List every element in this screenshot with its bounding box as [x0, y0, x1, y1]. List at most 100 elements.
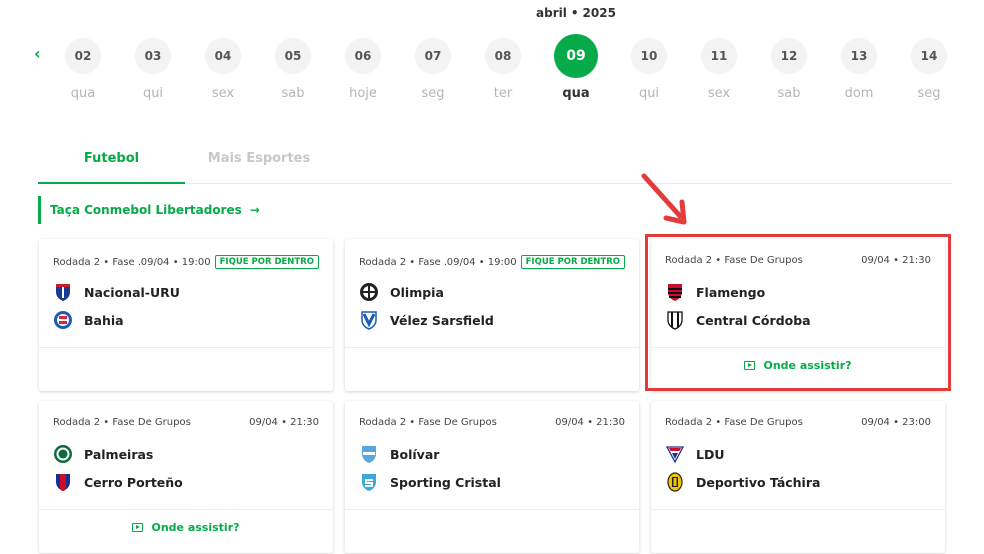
away-team[interactable]: Cerro Porteño — [53, 472, 183, 492]
league-title: Taça Conmebol Libertadores — [50, 203, 242, 217]
day-weekday: qua — [70, 86, 96, 101]
year-label: 2025 — [582, 6, 616, 20]
match-datetime: 09/04 • 19:00 — [446, 256, 517, 268]
watch-label: Onde assistir? — [763, 359, 852, 372]
day-item[interactable]: 12 sab — [754, 38, 824, 101]
team-name: Vélez Sarsfield — [390, 312, 494, 328]
league-link[interactable]: Taça Conmebol Libertadores → — [38, 196, 260, 224]
ldu-crest-icon — [665, 446, 685, 464]
day-item[interactable]: 04 sex — [188, 38, 258, 101]
match-card[interactable]: Rodada 2 • Fase ... 09/04 • 19:00 FIQUE … — [345, 239, 639, 391]
tab-futebol[interactable]: Futebol — [38, 140, 185, 184]
where-to-watch-link[interactable]: Onde assistir? — [39, 521, 333, 534]
day-weekday: sab — [777, 86, 801, 101]
away-team[interactable]: Vélez Sarsfield — [359, 310, 494, 330]
home-team[interactable]: Flamengo — [665, 282, 765, 302]
day-number: 05 — [275, 38, 311, 74]
away-team[interactable]: Deportivo Táchira — [665, 472, 820, 492]
team-name: Sporting Cristal — [390, 474, 501, 490]
match-card[interactable]: Rodada 2 • Fase De Grupos 09/04 • 21:30 … — [345, 401, 639, 553]
home-team[interactable]: Bolívar — [359, 444, 439, 464]
flamengo-crest-icon — [668, 284, 682, 301]
play-icon — [744, 361, 756, 370]
team-name: Bolívar — [390, 446, 440, 462]
velez-crest-icon — [361, 311, 377, 330]
day-weekday: qui — [142, 86, 164, 101]
day-number: 06 — [345, 38, 381, 74]
day-item[interactable]: 07 seg — [398, 38, 468, 101]
team-name: Palmeiras — [84, 446, 154, 462]
match-datetime: 09/04 • 21:30 — [555, 417, 625, 428]
team-name: Flamengo — [696, 284, 766, 300]
day-number: 08 — [485, 38, 521, 74]
away-team[interactable]: Bahia — [53, 310, 124, 330]
sport-tabs: Futebol Mais Esportes — [38, 140, 952, 184]
day-item[interactable]: 02 qua — [48, 38, 118, 101]
day-item[interactable]: 13 dom — [824, 38, 894, 101]
tab-mais-esportes[interactable]: Mais Esportes — [185, 140, 333, 184]
day-number: 07 — [415, 38, 451, 74]
home-team[interactable]: Palmeiras — [53, 444, 153, 464]
day-weekday: dom — [844, 86, 874, 101]
team-name: Deportivo Táchira — [696, 474, 821, 490]
day-item[interactable]: 05 sab — [258, 38, 328, 101]
arrow-right-icon: → — [249, 203, 260, 217]
match-card[interactable]: Rodada 2 • Fase De Grupos 09/04 • 21:30 … — [651, 239, 945, 391]
day-weekday: ter — [493, 86, 513, 101]
away-team[interactable]: Sporting Cristal — [359, 472, 501, 492]
day-weekday: seg — [421, 86, 445, 101]
card-divider — [345, 509, 639, 510]
day-weekday: qua — [562, 86, 590, 101]
day-item-selected[interactable]: 09 qua — [541, 34, 611, 101]
day-number: 14 — [911, 38, 947, 74]
day-item[interactable]: 06 hoje — [328, 38, 398, 101]
day-item[interactable]: 11 sex — [684, 38, 754, 101]
day-number: 10 — [631, 38, 667, 74]
day-number: 12 — [771, 38, 807, 74]
play-icon — [132, 523, 144, 532]
match-card[interactable]: Rodada 2 • Fase De Grupos 09/04 • 21:30 … — [39, 401, 333, 553]
match-round: Rodada 2 • Fase De Grupos — [53, 417, 191, 428]
status-badge: FIQUE POR DENTRO — [214, 255, 319, 269]
status-badge: FIQUE POR DENTRO — [520, 255, 625, 269]
palmeiras-crest-icon — [54, 445, 72, 463]
match-datetime: 09/04 • 23:00 — [861, 417, 931, 428]
away-team[interactable]: Central Córdoba — [665, 310, 811, 330]
card-divider — [345, 347, 639, 348]
day-weekday: seg — [917, 86, 941, 101]
watch-label: Onde assistir? — [151, 521, 240, 534]
match-card[interactable]: Rodada 2 • Fase De Grupos 09/04 • 23:00 … — [651, 401, 945, 553]
match-datetime: 09/04 • 21:30 — [861, 255, 931, 266]
nacional-crest-icon — [56, 284, 70, 301]
match-card[interactable]: Rodada 2 • Fase ... 09/04 • 19:00 FIQUE … — [39, 239, 333, 391]
match-round: Rodada 2 • Fase De Grupos — [665, 255, 803, 266]
day-item[interactable]: 08 ter — [468, 38, 538, 101]
match-round: Rodada 2 • Fase De Grupos — [359, 417, 497, 428]
team-name: Cerro Porteño — [84, 474, 183, 490]
team-name: Bahia — [84, 312, 124, 328]
day-item[interactable]: 14 seg — [894, 38, 964, 101]
day-item[interactable]: 10 qui — [614, 38, 684, 101]
home-team[interactable]: Olimpia — [359, 282, 444, 302]
bolivar-crest-icon — [362, 446, 376, 463]
match-datetime: 09/04 • 21:30 — [249, 417, 319, 428]
day-weekday: hoje — [349, 86, 377, 101]
day-weekday: sex — [211, 86, 235, 101]
match-round: Rodada 2 • Fase De Grupos — [665, 417, 803, 428]
day-number: 11 — [701, 38, 737, 74]
day-number: 03 — [135, 38, 171, 74]
match-datetime: 09/04 • 19:00 — [140, 256, 211, 268]
card-divider — [651, 509, 945, 510]
card-divider — [39, 347, 333, 348]
home-team[interactable]: Nacional-URU — [53, 282, 180, 302]
day-item[interactable]: 03 qui — [118, 38, 188, 101]
where-to-watch-link[interactable]: Onde assistir? — [651, 359, 945, 372]
team-name: LDU — [696, 446, 725, 462]
day-weekday: qui — [638, 86, 660, 101]
home-team[interactable]: LDU — [665, 444, 725, 464]
chevron-left-icon[interactable]: ‹ — [34, 44, 41, 63]
month-header: abril • 2025 — [536, 6, 616, 20]
day-number: 04 — [205, 38, 241, 74]
team-name: Olimpia — [390, 284, 444, 300]
sporting-cristal-crest-icon — [362, 474, 376, 491]
